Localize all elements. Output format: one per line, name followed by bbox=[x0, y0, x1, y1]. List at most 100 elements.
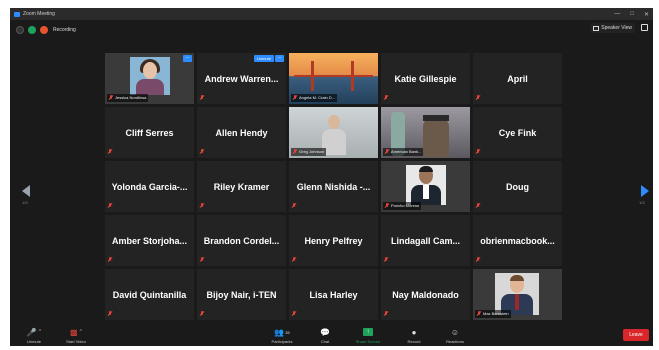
microphone-muted-icon bbox=[108, 257, 112, 263]
record-icon: ● bbox=[411, 327, 417, 337]
share-screen-button[interactable]: ↑ Share Screen bbox=[348, 327, 388, 344]
minimize-icon[interactable]: — bbox=[614, 11, 620, 17]
participant-tile[interactable]: Bijoy Nair, i-TEN bbox=[197, 269, 286, 320]
participant-label-text: Poncho Moreno bbox=[391, 203, 420, 209]
participant-tile[interactable]: Yolonda Garcia-... bbox=[105, 161, 194, 212]
participant-tile[interactable]: Riley Kramer bbox=[197, 161, 286, 212]
participant-name: Nay Maldonado bbox=[392, 289, 459, 300]
microphone-muted-icon bbox=[292, 203, 296, 209]
microphone-muted-icon bbox=[384, 257, 388, 263]
participant-tile[interactable]: Andrew Warren... Unmute... bbox=[197, 53, 286, 104]
participant-name: Yolonda Garcia-... bbox=[111, 181, 188, 192]
participant-tile[interactable]: Amber Storjoha... bbox=[105, 215, 194, 266]
unmute-participant-button[interactable]: Unmute bbox=[253, 55, 274, 62]
microphone-muted-icon bbox=[293, 95, 297, 101]
participant-name: Glenn Nishida -... bbox=[296, 181, 371, 192]
participants-icon: 👥 bbox=[274, 327, 285, 337]
participant-name-label: Jessica Nordlinsa bbox=[107, 94, 149, 102]
title-bar: Zoom Meeting — □ ✕ bbox=[10, 8, 653, 20]
participant-name-label: Poncho Moreno bbox=[383, 202, 422, 210]
participant-tile[interactable]: Cye Fink bbox=[473, 107, 562, 158]
microphone-muted-icon bbox=[384, 95, 388, 101]
participant-name: Amber Storjoha... bbox=[111, 235, 187, 246]
participant-name: April bbox=[507, 73, 528, 84]
participants-label: Participants bbox=[271, 339, 293, 344]
share-screen-label: Share Screen bbox=[355, 339, 381, 344]
participant-tile[interactable]: Lisa Harley bbox=[289, 269, 378, 320]
participant-tile[interactable]: April bbox=[473, 53, 562, 104]
participant-label-text: Max Bernstein bbox=[483, 311, 509, 317]
close-icon[interactable]: ✕ bbox=[644, 11, 649, 18]
participant-name: Henry Pelfrey bbox=[304, 235, 363, 246]
start-video-button[interactable]: ▩ ^ Start Video bbox=[56, 327, 96, 345]
zoom-window: Zoom Meeting — □ ✕ Recording Speaker Vie… bbox=[10, 8, 653, 346]
chat-label: Chat bbox=[320, 339, 330, 344]
participant-name: David Quintanilla bbox=[112, 289, 187, 300]
share-screen-icon: ↑ bbox=[363, 328, 373, 336]
participant-tile[interactable]: Doug bbox=[473, 161, 562, 212]
recording-label: Recording bbox=[53, 27, 76, 33]
participant-tile[interactable]: Cliff Serres bbox=[105, 107, 194, 158]
participant-tile[interactable]: American Bank... bbox=[381, 107, 470, 158]
chevron-up-icon[interactable]: ^ bbox=[80, 329, 82, 335]
chat-button[interactable]: 💬 Chat bbox=[305, 327, 345, 345]
more-options-button[interactable]: ... bbox=[183, 55, 192, 62]
record-button[interactable]: ● Record bbox=[394, 327, 434, 345]
fullscreen-icon[interactable] bbox=[641, 24, 648, 31]
participant-label-text: Greg Johnson bbox=[299, 149, 325, 155]
microphone-muted-icon bbox=[292, 311, 296, 317]
participant-tile[interactable]: Katie Gillespie bbox=[381, 53, 470, 104]
reactions-icon: ☺ bbox=[450, 327, 460, 337]
participant-label-text: American Bank... bbox=[391, 149, 422, 155]
meeting-info-icon[interactable] bbox=[16, 26, 24, 34]
more-options-button[interactable]: ... bbox=[275, 55, 284, 62]
microphone-muted-icon bbox=[108, 149, 112, 155]
participant-tile[interactable]: Greg Johnson bbox=[289, 107, 378, 158]
microphone-muted-icon bbox=[200, 203, 204, 209]
participant-tile[interactable]: David Quintanilla bbox=[105, 269, 194, 320]
speaker-view-label: Speaker View bbox=[601, 25, 632, 31]
participant-tile[interactable]: Glenn Nishida -... bbox=[289, 161, 378, 212]
participant-name: obrienmacbook... bbox=[480, 235, 555, 246]
gallery-grid: Jessica Nordlinsa... Andrew Warren... Unmu… bbox=[105, 53, 562, 320]
microphone-muted-icon bbox=[200, 311, 204, 317]
recording-icon bbox=[40, 26, 48, 34]
leave-button[interactable]: Leave bbox=[623, 329, 649, 341]
participant-name: Cliff Serres bbox=[125, 127, 174, 138]
microphone-muted-icon: 🎤 bbox=[26, 327, 37, 337]
window-title: Zoom Meeting bbox=[23, 11, 55, 17]
previous-page-icon[interactable] bbox=[22, 185, 30, 197]
reactions-button[interactable]: ☺ Reactions bbox=[435, 327, 475, 345]
maximize-icon[interactable]: □ bbox=[630, 11, 634, 17]
microphone-muted-icon bbox=[476, 257, 480, 263]
next-page-icon[interactable] bbox=[641, 185, 649, 197]
participant-name: Lindagall Cam... bbox=[390, 235, 460, 246]
unmute-button[interactable]: 🎤 ^ Unmute bbox=[14, 327, 54, 345]
participant-tile[interactable]: Brandon Cordel... bbox=[197, 215, 286, 266]
page-indicator-left: 1/3 bbox=[22, 200, 28, 205]
participant-name: Cye Fink bbox=[498, 127, 537, 138]
participant-name: Lisa Harley bbox=[309, 289, 358, 300]
participant-photo bbox=[129, 57, 170, 95]
view-grid-icon bbox=[593, 25, 600, 31]
participant-tile[interactable]: Allen Hendy bbox=[197, 107, 286, 158]
participant-tile[interactable]: Lindagall Cam... bbox=[381, 215, 470, 266]
microphone-muted-icon bbox=[385, 203, 389, 209]
participant-tile[interactable]: Max Bernstein bbox=[473, 269, 562, 320]
participant-name: Riley Kramer bbox=[213, 181, 270, 192]
chevron-up-icon[interactable]: ^ bbox=[39, 329, 41, 335]
speaker-view-button[interactable]: Speaker View bbox=[590, 23, 635, 33]
encryption-shield-icon[interactable] bbox=[28, 26, 36, 34]
participant-tile[interactable]: Jessica Nordlinsa... bbox=[105, 53, 194, 104]
participant-tile[interactable]: obrienmacbook... bbox=[473, 215, 562, 266]
participant-tile[interactable]: Angela M. Crain D... bbox=[289, 53, 378, 104]
microphone-muted-icon bbox=[477, 311, 481, 317]
zoom-app-icon bbox=[14, 11, 20, 17]
participant-tile[interactable]: Nay Maldonado bbox=[381, 269, 470, 320]
participant-tile[interactable]: Poncho Moreno bbox=[381, 161, 470, 212]
microphone-muted-icon bbox=[476, 203, 480, 209]
chat-icon: 💬 bbox=[320, 327, 330, 337]
participants-button[interactable]: 👥 35 Participants bbox=[262, 327, 302, 345]
microphone-muted-icon bbox=[108, 203, 112, 209]
participant-tile[interactable]: Henry Pelfrey bbox=[289, 215, 378, 266]
